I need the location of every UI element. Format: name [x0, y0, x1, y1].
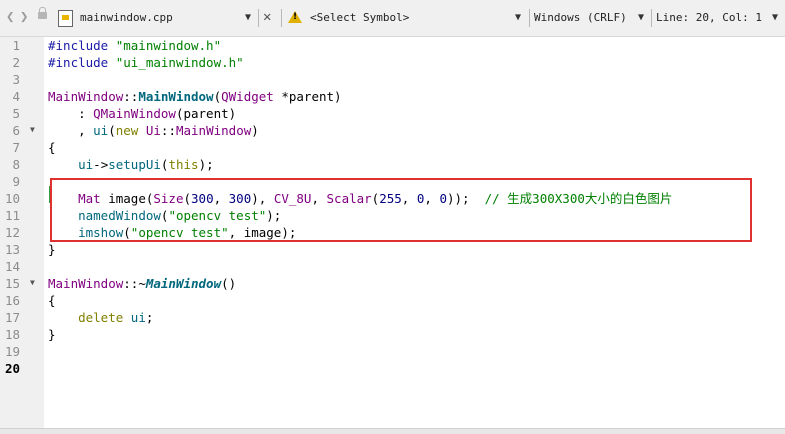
cursor-position: Line: 20, Col: 1 — [656, 11, 762, 24]
code-token: QMainWindow — [93, 106, 176, 121]
code-token: #include — [48, 38, 116, 53]
code-line[interactable]: , ui(new Ui::MainWindow) — [48, 122, 259, 139]
symbol-dropdown-icon[interactable]: ▼ — [515, 9, 521, 27]
code-token: ( — [213, 89, 222, 104]
code-token: { — [48, 293, 56, 308]
code-token: delete — [78, 310, 124, 325]
line-ending-selector[interactable]: Windows (CRLF) — [534, 9, 627, 27]
code-line[interactable]: MainWindow::~MainWindow() — [48, 275, 236, 292]
code-token: QWidget — [221, 89, 274, 104]
code-token: :: — [160, 123, 176, 138]
code-token: ui — [93, 123, 109, 138]
code-token: *parent) — [273, 89, 342, 104]
line-ending-dropdown-icon[interactable]: ▼ — [638, 9, 644, 27]
code-token: Ui — [145, 123, 161, 138]
code-line[interactable]: : QMainWindow(parent) — [48, 105, 236, 122]
line-number: 3 — [12, 72, 20, 87]
symbol-selector[interactable]: <Select Symbol> — [310, 9, 409, 27]
code-line[interactable]: { — [48, 139, 56, 156]
line-number: 16 — [4, 293, 20, 308]
back-arrow-icon[interactable]: ❮ — [6, 8, 14, 26]
fold-toggle-icon[interactable]: ▼ — [30, 278, 35, 287]
code-token: ; — [145, 310, 154, 325]
code-line[interactable]: } — [48, 326, 56, 343]
warning-icon: ! — [288, 11, 302, 23]
line-number: 2 — [12, 55, 20, 70]
fold-toggle-icon[interactable]: ▼ — [30, 125, 35, 134]
line-number: 11 — [4, 208, 20, 223]
code-token: ui — [78, 157, 94, 172]
code-token: ::~ — [123, 276, 146, 291]
code-token: ( — [108, 123, 116, 138]
line-number: 6 — [12, 123, 20, 138]
code-token: #include — [48, 55, 116, 70]
code-token: "ui_mainwindow.h" — [115, 55, 244, 70]
code-token: ); — [198, 157, 214, 172]
document-icon — [58, 10, 73, 27]
horizontal-scrollbar[interactable] — [0, 428, 785, 434]
position-dropdown-icon[interactable]: ▼ — [772, 9, 778, 27]
code-token: ui — [130, 310, 146, 325]
code-line[interactable]: { — [48, 292, 56, 309]
line-number: 17 — [4, 310, 20, 325]
code-token: } — [48, 327, 56, 342]
code-token: this — [168, 157, 199, 172]
line-number: 10 — [4, 191, 20, 206]
code-line[interactable]: #include "mainwindow.h" — [48, 37, 221, 54]
line-number: 19 — [4, 344, 20, 359]
code-token: MainWindow — [175, 123, 252, 138]
code-line[interactable]: MainWindow::MainWindow(QWidget *parent) — [48, 88, 342, 105]
line-number: 13 — [4, 242, 20, 257]
line-number: 4 — [12, 89, 20, 104]
line-number: 12 — [4, 225, 20, 240]
code-line[interactable]: } — [48, 241, 56, 258]
line-number: 18 — [4, 327, 20, 342]
line-number: 9 — [12, 174, 20, 189]
code-token: { — [48, 140, 56, 155]
code-token: "mainwindow.h" — [115, 38, 222, 53]
toolbar-separator — [258, 9, 259, 27]
code-token: () — [221, 276, 237, 291]
code-token: MainWindow — [48, 276, 124, 291]
line-number: 20 — [4, 361, 20, 376]
code-token: } — [48, 242, 56, 257]
code-token: MainWindow — [138, 89, 214, 104]
line-number: 8 — [12, 157, 20, 172]
code-token: setupUi — [108, 157, 161, 172]
code-line[interactable]: ui->setupUi(this); — [48, 156, 214, 173]
lock-icon — [38, 7, 47, 19]
file-dropdown-icon[interactable]: ▼ — [245, 9, 251, 27]
warning-mark: ! — [293, 12, 298, 22]
file-name[interactable]: mainwindow.cpp — [80, 9, 173, 27]
code-token: :: — [123, 89, 139, 104]
line-number: 14 — [4, 259, 20, 274]
code-token: : — [48, 106, 94, 121]
code-token: MainWindow — [48, 89, 124, 104]
toolbar-separator — [281, 9, 282, 27]
code-token: ) — [251, 123, 259, 138]
highlight-box — [50, 178, 752, 242]
code-line[interactable]: delete ui; — [48, 309, 153, 326]
forward-arrow-icon[interactable]: ❯ — [20, 8, 28, 26]
code-token: (parent) — [175, 106, 237, 121]
code-token: , — [48, 123, 94, 138]
code-token: MainWindow — [145, 276, 222, 291]
code-token: new — [115, 123, 139, 138]
line-number: 15 — [4, 276, 20, 291]
line-number: 5 — [12, 106, 20, 121]
line-number: 7 — [12, 140, 20, 155]
code-line[interactable]: #include "ui_mainwindow.h" — [48, 54, 244, 71]
toolbar-separator — [651, 9, 652, 27]
line-number: 1 — [12, 38, 20, 53]
editor-toolbar: ❮ ❯ mainwindow.cpp ▼ ✕ ! <Select Symbol>… — [0, 0, 785, 37]
close-icon[interactable]: ✕ — [263, 8, 271, 26]
code-token: -> — [93, 157, 109, 172]
toolbar-separator — [529, 9, 530, 27]
